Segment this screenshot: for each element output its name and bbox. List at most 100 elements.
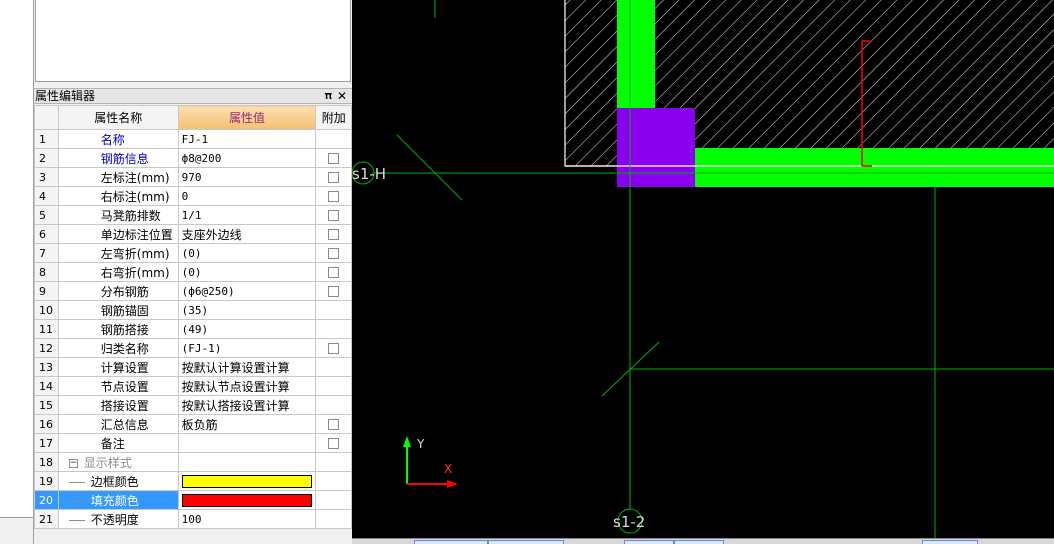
tree-line-icon: [68, 500, 85, 502]
property-editor-title: 属性编辑器: [35, 89, 96, 103]
property-row[interactable]: 3 左标注(mm) 970: [34, 167, 352, 187]
property-row[interactable]: 17 备注: [34, 433, 352, 453]
property-row[interactable]: 6 单边标注位置 支座外边线: [34, 224, 352, 244]
left-edge-area: [0, 0, 33, 518]
property-value[interactable]: (49): [177, 319, 317, 339]
axis-diagonal-1: [396, 134, 463, 201]
property-value[interactable]: [177, 433, 317, 453]
property-row[interactable]: 11 钢筋搭接 (49): [34, 319, 352, 339]
ucs-x-arrow: [447, 480, 458, 488]
cad-drawing[interactable]: s1-H s1-2 Y X: [352, 0, 1054, 538]
property-value[interactable]: (FJ-1): [177, 338, 317, 358]
property-row[interactable]: 14 节点设置 按默认节点设置计算: [34, 376, 352, 396]
row-number: 2: [34, 148, 59, 168]
property-name: 备注: [57, 433, 179, 453]
ucs-y-label: Y: [416, 437, 425, 451]
extra-checkbox[interactable]: [328, 267, 340, 278]
property-row[interactable]: 21 不透明度 100: [34, 509, 352, 529]
property-value[interactable]: (0): [177, 262, 317, 282]
extra-checkbox[interactable]: [328, 286, 340, 297]
extra-checkbox[interactable]: [328, 229, 340, 240]
property-row[interactable]: 2 钢筋信息 ф8@200: [34, 148, 352, 168]
property-value[interactable]: (35): [177, 300, 317, 320]
property-row[interactable]: 20 填充颜色: [34, 490, 352, 510]
property-value[interactable]: [177, 490, 317, 510]
component-list-area[interactable]: [35, 0, 351, 82]
bottom-tool-button[interactable]: [624, 540, 674, 544]
bottom-tool-button[interactable]: [922, 540, 978, 544]
column-purple[interactable]: [617, 108, 695, 187]
extra-checkbox[interactable]: [328, 172, 340, 183]
extra-checkbox[interactable]: [328, 191, 340, 202]
row-number: 6: [34, 224, 59, 244]
col-header-name: 属性名称: [57, 105, 179, 130]
property-grid: 属性名称 属性值 附加 1 名称 FJ-1 2 钢筋信息 ф8@200 3 左标注(mm) 97…: [34, 105, 352, 529]
property-row[interactable]: 18− 显示样式: [34, 452, 352, 472]
bottom-tool-button[interactable]: [414, 540, 488, 544]
property-name: 左弯折(mm): [57, 243, 179, 263]
property-row[interactable]: 16 汇总信息 板负筋: [34, 414, 352, 434]
extra-checkbox[interactable]: [328, 153, 340, 164]
border-color-swatch[interactable]: [181, 475, 312, 488]
drawing-canvas[interactable]: s1-H s1-2 Y X: [352, 0, 1054, 538]
property-row[interactable]: 4 右标注(mm) 0: [34, 186, 352, 206]
pin-icon[interactable]: 𝛑: [325, 89, 332, 103]
wall-vertical[interactable]: [617, 0, 655, 108]
property-value[interactable]: 按默认节点设置计算: [177, 376, 317, 396]
property-value[interactable]: [177, 452, 317, 472]
property-value[interactable]: [177, 471, 317, 491]
property-value[interactable]: 支座外边线: [177, 224, 317, 244]
extra-cell: [315, 338, 352, 358]
property-value[interactable]: 1/1: [177, 205, 317, 225]
extra-checkbox[interactable]: [328, 210, 340, 221]
property-value[interactable]: 100: [177, 509, 317, 529]
extra-cell: [315, 167, 352, 187]
property-value[interactable]: FJ-1: [177, 129, 317, 149]
property-value[interactable]: 970: [177, 167, 317, 187]
property-name: 搭接设置: [57, 395, 179, 415]
property-value[interactable]: 按默认计算设置计算: [177, 357, 317, 377]
col-header-value[interactable]: 属性值: [177, 105, 317, 130]
row-number: 8: [34, 262, 59, 282]
property-value[interactable]: (ф6@250): [177, 281, 317, 301]
property-row[interactable]: 8 右弯折(mm) (0): [34, 262, 352, 282]
property-value[interactable]: 板负筋: [177, 414, 317, 434]
bottom-toolbar: [352, 538, 1054, 544]
extra-checkbox[interactable]: [328, 343, 340, 354]
row-number: 15: [34, 395, 59, 415]
row-number: 1: [34, 129, 59, 149]
property-row[interactable]: 9 分布钢筋 (ф6@250): [34, 281, 352, 301]
property-row[interactable]: 19 边框颜色: [34, 471, 352, 491]
bottom-tool-button[interactable]: [674, 540, 724, 544]
property-row[interactable]: 15 搭接设置 按默认搭接设置计算: [34, 395, 352, 415]
property-name: 归类名称: [57, 338, 179, 358]
property-value[interactable]: 按默认搭接设置计算: [177, 395, 317, 415]
property-name: 填充颜色: [57, 490, 179, 510]
close-icon[interactable]: ✕: [337, 89, 347, 103]
extra-cell: [315, 129, 352, 149]
extra-cell: [315, 262, 352, 282]
left-edge-panel: [0, 0, 34, 544]
row-number: 20: [34, 490, 59, 510]
property-row[interactable]: 7 左弯折(mm) (0): [34, 243, 352, 263]
property-row[interactable]: 12 归类名称 (FJ-1): [34, 338, 352, 358]
row-number: 10: [34, 300, 59, 320]
property-row[interactable]: 5 马凳筋排数 1/1: [34, 205, 352, 225]
bottom-tool-button[interactable]: [488, 540, 564, 544]
fill-color-swatch[interactable]: [181, 494, 312, 507]
property-row[interactable]: 1 名称 FJ-1: [34, 129, 352, 149]
property-value[interactable]: (0): [177, 243, 317, 263]
axis-label-h: s1-H: [352, 165, 386, 183]
extra-cell: [315, 243, 352, 263]
property-value[interactable]: ф8@200: [177, 148, 317, 168]
property-value[interactable]: 0: [177, 186, 317, 206]
extra-cell: [315, 148, 352, 168]
row-number: 18: [34, 452, 59, 472]
property-row[interactable]: 13 计算设置 按默认计算设置计算: [34, 357, 352, 377]
extra-checkbox[interactable]: [328, 419, 340, 430]
extra-checkbox[interactable]: [328, 438, 340, 449]
property-row[interactable]: 10 钢筋锚固 (35): [34, 300, 352, 320]
collapse-icon[interactable]: −: [68, 458, 78, 468]
ucs-y-arrow: [403, 436, 411, 447]
extra-checkbox[interactable]: [328, 248, 340, 259]
